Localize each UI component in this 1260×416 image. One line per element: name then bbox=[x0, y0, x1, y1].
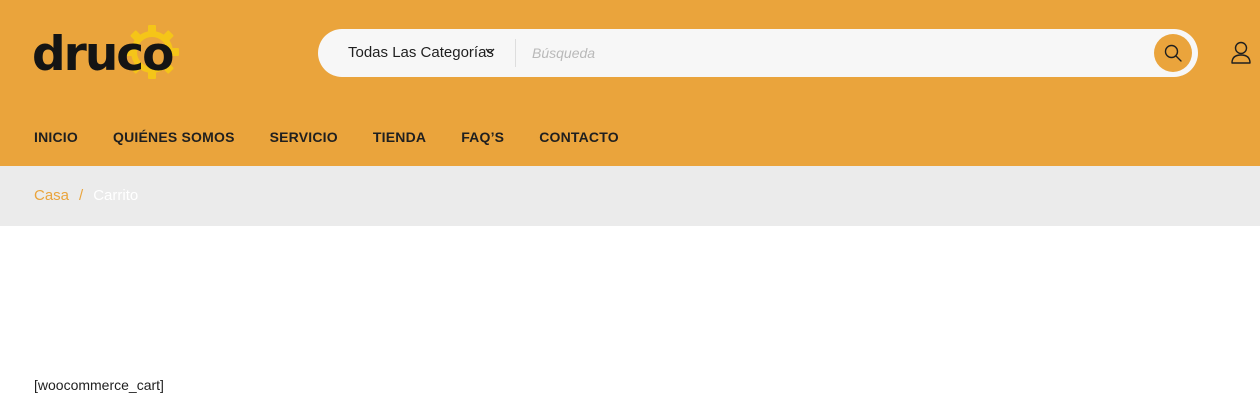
breadcrumb-home-link[interactable]: Casa bbox=[34, 187, 69, 204]
site-header: druco Todas Las Categorías INICIO QUIÉNE… bbox=[0, 0, 1260, 166]
chevron-down-icon[interactable] bbox=[484, 44, 496, 56]
search-divider bbox=[515, 39, 516, 67]
main-nav: INICIO QUIÉNES SOMOS SERVICIO TIENDA FAQ… bbox=[34, 128, 619, 148]
breadcrumb-bar: Casa / Carrito bbox=[0, 166, 1260, 226]
search-button[interactable] bbox=[1154, 34, 1192, 72]
user-icon bbox=[1231, 41, 1251, 64]
breadcrumb-separator: / bbox=[79, 187, 84, 204]
search-input[interactable] bbox=[532, 39, 1132, 67]
category-select[interactable]: Todas Las Categorías bbox=[348, 29, 494, 77]
logo-text: druco bbox=[32, 27, 173, 82]
nav-item-quienes-somos[interactable]: QUIÉNES SOMOS bbox=[113, 128, 235, 148]
nav-item-contacto[interactable]: CONTACTO bbox=[539, 128, 619, 148]
nav-item-faqs[interactable]: FAQ’S bbox=[461, 128, 504, 148]
gear-logo-icon: druco bbox=[32, 25, 179, 82]
breadcrumb-current: Carrito bbox=[93, 187, 139, 204]
search-bar: Todas Las Categorías bbox=[318, 29, 1198, 77]
search-icon bbox=[1164, 44, 1182, 62]
cart-shortcode-text: [woocommerce_cart] bbox=[34, 377, 164, 393]
breadcrumb: Casa / Carrito bbox=[34, 186, 138, 206]
nav-item-inicio[interactable]: INICIO bbox=[34, 128, 78, 148]
site-logo[interactable]: druco bbox=[32, 22, 192, 84]
account-button[interactable] bbox=[1230, 41, 1252, 65]
nav-item-servicio[interactable]: SERVICIO bbox=[270, 128, 338, 148]
nav-item-tienda[interactable]: TIENDA bbox=[373, 128, 426, 148]
